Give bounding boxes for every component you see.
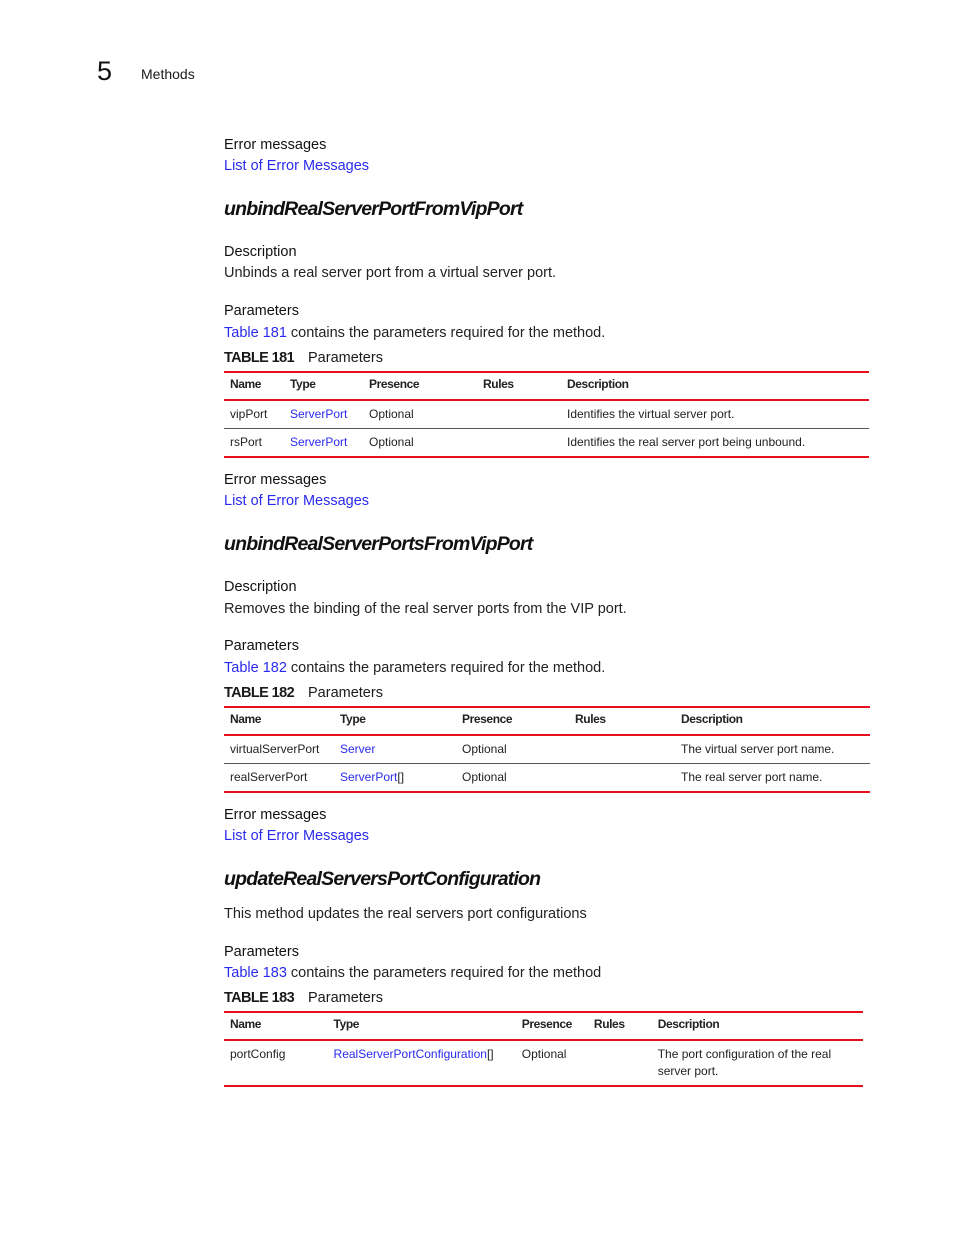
param-type: RealServerPortConfiguration[] [327, 1040, 516, 1087]
error-messages-heading: Error messages [224, 472, 327, 488]
error-messages-link[interactable]: List of Error Messages [224, 492, 369, 510]
parameters-table-182: Name Type Presence Rules Description vir… [224, 706, 870, 793]
parameters-table-183: Name Type Presence Rules Description por… [224, 1011, 863, 1087]
param-type: Server [334, 735, 456, 764]
column-header-description: Description [651, 1011, 863, 1041]
param-type: ServerPort [284, 400, 363, 429]
parameters-intro: Table 183 contains the parameters requir… [224, 964, 601, 982]
param-name: realServerPort [224, 763, 334, 793]
column-header-description: Description [561, 371, 869, 401]
table-row: vipPort ServerPort Optional Identifies t… [224, 400, 869, 429]
column-header-rules: Rules [477, 371, 561, 401]
method-title: unbindRealServerPortsFromVipPort [224, 533, 533, 555]
param-type: ServerPort [284, 428, 363, 458]
column-header-presence: Presence [456, 706, 569, 736]
error-messages-link[interactable]: List of Error Messages [224, 827, 369, 845]
table-ref-link[interactable]: Table 182 [224, 660, 287, 676]
chapter-title: Methods [141, 66, 195, 82]
param-description: Identifies the virtual server port. [561, 400, 869, 429]
error-messages-heading: Error messages [224, 807, 327, 823]
param-rules [587, 1040, 652, 1087]
error-messages-link[interactable]: List of Error Messages [224, 157, 369, 175]
param-type-suffix: [] [486, 1047, 494, 1061]
table-caption: TABLE 182 Parameters [224, 684, 383, 702]
param-name: vipPort [224, 400, 284, 429]
param-type-suffix: [] [397, 770, 405, 784]
table-header-row: Name Type Presence Rules Description [224, 371, 869, 401]
param-rules [569, 735, 675, 764]
param-description: The real server port name. [675, 763, 870, 793]
table-header-row: Name Type Presence Rules Description [224, 706, 870, 736]
table-label: TABLE 182 [224, 685, 295, 701]
table-row: rsPort ServerPort Optional Identifies th… [224, 428, 869, 458]
error-messages-heading: Error messages [224, 137, 327, 153]
parameters-heading: Parameters [224, 944, 299, 960]
parameters-heading: Parameters [224, 638, 299, 654]
description-text: Unbinds a real server port from a virtua… [224, 265, 557, 281]
column-header-presence: Presence [363, 371, 477, 401]
param-type-link[interactable]: RealServerPortConfiguration [334, 1047, 487, 1061]
param-presence: Optional [456, 735, 569, 764]
column-header-type: Type [334, 706, 456, 736]
parameters-intro: Table 182 contains the parameters requir… [224, 659, 605, 677]
param-type-link[interactable]: ServerPort [290, 435, 347, 449]
table-ref-link[interactable]: Table 181 [224, 325, 287, 341]
param-name: virtualServerPort [224, 735, 334, 764]
param-rules [569, 763, 675, 793]
param-presence: Optional [456, 763, 569, 793]
table-caption: TABLE 183 Parameters [224, 989, 383, 1007]
param-rules [477, 428, 561, 458]
param-presence: Optional [363, 428, 477, 458]
table-caption-text: Parameters [308, 685, 383, 701]
parameters-table-181: Name Type Presence Rules Description vip… [224, 371, 869, 458]
param-name: rsPort [224, 428, 284, 458]
method-title: unbindRealServerPortFromVipPort [224, 198, 523, 220]
column-header-description: Description [675, 706, 870, 736]
param-description: The virtual server port name. [675, 735, 870, 764]
param-type-link[interactable]: ServerPort [290, 407, 347, 421]
table-ref-link[interactable]: Table 183 [224, 965, 287, 981]
column-header-rules: Rules [569, 706, 675, 736]
param-rules [477, 400, 561, 429]
parameters-intro: Table 181 contains the parameters requir… [224, 324, 605, 342]
column-header-name: Name [224, 706, 334, 736]
column-header-type: Type [327, 1011, 516, 1041]
parameters-intro-text: contains the parameters required for the… [286, 965, 602, 981]
parameters-intro-text: contains the parameters required for the… [286, 660, 606, 676]
param-description: Identifies the real server port being un… [561, 428, 869, 458]
param-type-link[interactable]: Server [340, 742, 375, 756]
parameters-heading: Parameters [224, 303, 299, 319]
column-header-rules: Rules [587, 1011, 652, 1041]
table-caption-text: Parameters [308, 990, 383, 1006]
param-type: ServerPort[] [334, 763, 456, 793]
chapter-number: 5 [97, 56, 113, 86]
table-row: portConfig RealServerPortConfiguration[]… [224, 1040, 863, 1087]
column-header-type: Type [284, 371, 363, 401]
table-row: virtualServerPort Server Optional The vi… [224, 735, 870, 764]
parameters-intro-text: contains the parameters required for the… [286, 325, 606, 341]
method-title: updateRealServersPortConfiguration [224, 868, 541, 890]
param-presence: Optional [363, 400, 477, 429]
column-header-presence: Presence [515, 1011, 588, 1041]
table-row: realServerPort ServerPort[] Optional The… [224, 763, 870, 793]
table-header-row: Name Type Presence Rules Description [224, 1011, 863, 1041]
param-name: portConfig [224, 1040, 328, 1087]
description-text: Removes the binding of the real server p… [224, 601, 627, 617]
table-label: TABLE 183 [224, 990, 295, 1006]
table-label: TABLE 181 [224, 350, 295, 366]
description-heading: Description [224, 579, 297, 595]
column-header-name: Name [224, 371, 284, 401]
param-description: The port configuration of the real serve… [651, 1040, 863, 1087]
table-caption: TABLE 181 Parameters [224, 349, 383, 367]
param-presence: Optional [515, 1040, 588, 1087]
column-header-name: Name [224, 1011, 328, 1041]
param-type-link[interactable]: ServerPort [340, 770, 397, 784]
description-heading: Description [224, 244, 297, 260]
table-caption-text: Parameters [308, 350, 383, 366]
description-text: This method updates the real servers por… [224, 906, 587, 922]
